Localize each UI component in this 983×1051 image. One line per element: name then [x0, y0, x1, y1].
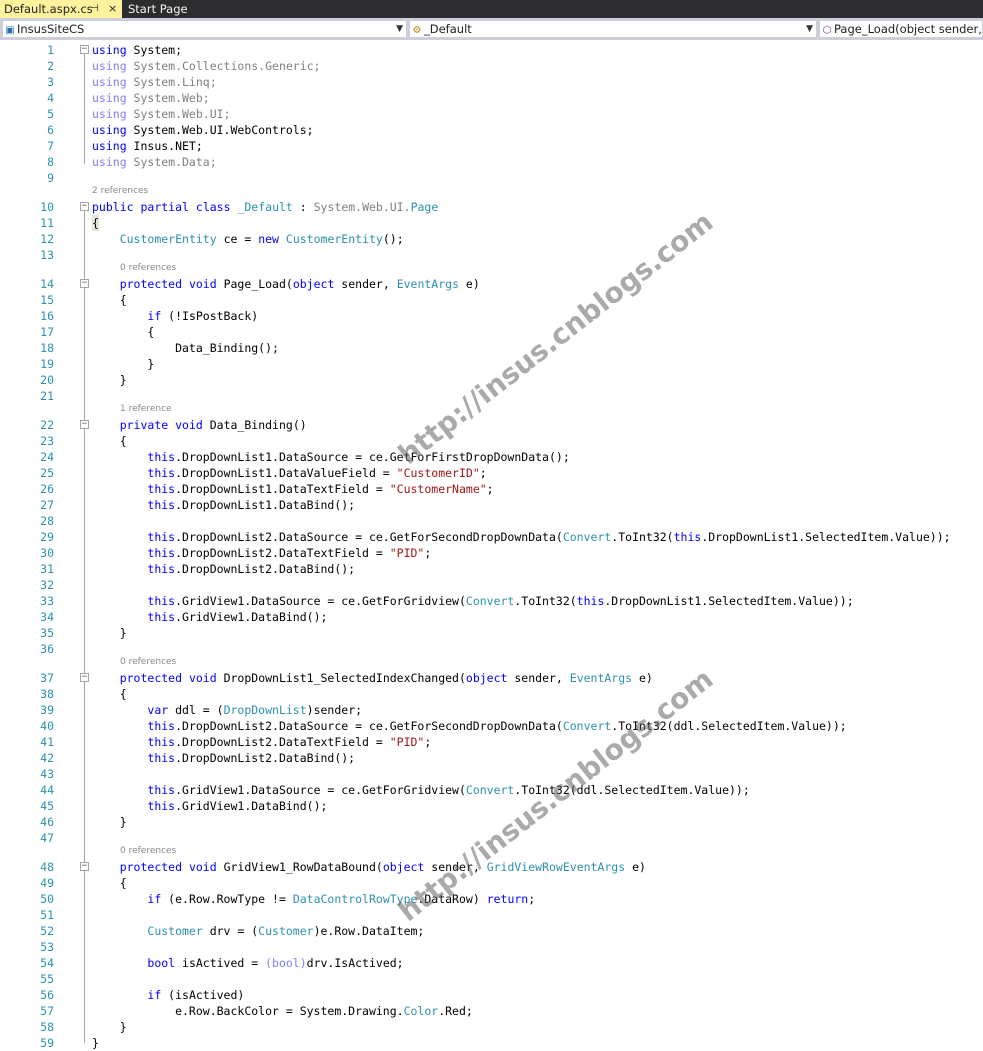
code-lens-references[interactable]: 1 reference	[120, 403, 172, 415]
collapse-icon[interactable]: −	[80, 420, 89, 429]
chevron-down-icon: ▼	[806, 24, 813, 34]
collapse-icon[interactable]: −	[80, 862, 89, 871]
member-dropdown-value: Page_Load(object sender, E	[834, 22, 983, 36]
code-line: protected void DropDownList1_SelectedInd…	[119, 671, 653, 685]
navigation-bar: ▣ InsusSiteCS ▼ ⚙ _Default ▼ ⬡ Page_Load(ob…	[0, 18, 983, 40]
project-dropdown[interactable]: ▣ InsusSiteCS ▼	[2, 20, 407, 38]
code-line: var ddl = (DropDownList)sender;	[147, 703, 363, 717]
code-line: }	[92, 357, 155, 371]
code-line: bool isActived = (bool)drv.IsActived;	[147, 956, 404, 970]
watermark-text: http://insus.cnblogs.com	[392, 205, 720, 472]
code-line: }	[92, 1036, 99, 1050]
code-line: this.GridView1.DataBind();	[147, 610, 328, 624]
code-line: protected void GridView1_RowDataBound(ob…	[119, 860, 646, 874]
code-line: if (isActived)	[147, 988, 245, 1002]
code-line: public partial class _Default : System.W…	[92, 200, 439, 214]
code-editor[interactable]: 1 2 3 4 5 6 7 8 9 10 11 12 13 14 15 16 1…	[0, 40, 983, 1051]
code-line: using System.Linq;	[92, 75, 217, 89]
code-line: }	[92, 815, 127, 829]
code-line: this.GridView1.DataSource = ce.GetForGri…	[147, 594, 854, 608]
code-line: this.DropDownList2.DataTextField = "PID"…	[147, 546, 432, 560]
collapse-icon[interactable]: −	[80, 202, 89, 211]
project-dropdown-value: InsusSiteCS	[17, 22, 85, 36]
code-line: if (!IsPostBack)	[147, 309, 259, 323]
code-line: using System.Web.UI.WebControls;	[92, 123, 314, 137]
code-line: e.Row.BackColor = System.Drawing.Color.R…	[92, 1004, 473, 1018]
class-dropdown[interactable]: ⚙ _Default ▼	[409, 20, 817, 38]
code-line: this.DropDownList2.DataSource = ce.GetFo…	[147, 719, 847, 733]
code-line: {	[92, 434, 127, 448]
code-line: this.DropDownList1.DataTextField = "Cust…	[147, 482, 494, 496]
pin-icon[interactable]: ⊣	[90, 0, 99, 18]
document-tab-bar: Default.aspx.cs ⊣ × Start Page	[0, 0, 983, 18]
code-line: this.DropDownList2.DataBind();	[147, 562, 356, 576]
code-line: using System.Collections.Generic;	[92, 59, 321, 73]
code-line: {	[92, 876, 127, 890]
code-lens-references[interactable]: 0 references	[120, 845, 176, 857]
code-line: this.DropDownList2.DataTextField = "PID"…	[147, 735, 432, 749]
code-line: using System.Web.UI;	[92, 107, 231, 121]
class-icon: ⚙	[412, 25, 422, 36]
code-line: Customer drv = (Customer)e.Row.DataItem;	[147, 924, 425, 938]
class-dropdown-value: _Default	[424, 22, 472, 36]
code-line: this.DropDownList1.DataValueField = "Cus…	[147, 466, 487, 480]
code-line: {	[92, 325, 155, 339]
member-dropdown[interactable]: ⬡ Page_Load(object sender, E	[819, 20, 983, 38]
collapse-icon[interactable]: −	[80, 673, 89, 682]
collapse-icon[interactable]: −	[80, 45, 89, 54]
code-lens-references[interactable]: 0 references	[120, 262, 176, 274]
collapse-icon[interactable]: −	[80, 279, 89, 288]
code-line: protected void Page_Load(object sender, …	[119, 277, 480, 291]
code-line: }	[92, 373, 127, 387]
code-line: {	[92, 215, 99, 231]
code-line: {	[92, 687, 127, 701]
tab-label: Default.aspx.cs	[4, 2, 93, 16]
code-line: CustomerEntity ce = new CustomerEntity()…	[119, 232, 404, 246]
code-line: this.GridView1.DataSource = ce.GetForGri…	[147, 783, 750, 797]
code-line: this.DropDownList2.DataBind();	[147, 751, 356, 765]
chevron-down-icon: ▼	[396, 24, 403, 34]
tab-default-aspx-cs[interactable]: Default.aspx.cs ⊣ ×	[0, 0, 122, 18]
code-line: if (e.Row.RowType != DataControlRowType.…	[147, 892, 536, 906]
code-lens-references[interactable]: 2 references	[92, 185, 148, 197]
code-line: using System.Data;	[92, 155, 217, 169]
method-icon: ⬡	[822, 25, 832, 36]
csharp-project-icon: ▣	[5, 25, 15, 36]
code-line: using System.Web;	[92, 91, 210, 105]
code-line: }	[92, 1020, 127, 1034]
code-line: Data_Binding();	[92, 341, 279, 355]
close-icon[interactable]: ×	[108, 0, 117, 18]
code-line: this.GridView1.DataBind();	[147, 799, 328, 813]
code-line: private void Data_Binding()	[119, 418, 307, 432]
code-lens-references[interactable]: 0 references	[120, 656, 176, 668]
code-line: {	[92, 293, 127, 307]
code-line: this.DropDownList1.DataSource = ce.GetFo…	[147, 450, 570, 464]
code-line: using System;	[92, 43, 183, 57]
code-line: }	[92, 626, 127, 640]
code-line: this.DropDownList1.DataBind();	[147, 498, 356, 512]
code-line: this.DropDownList2.DataSource = ce.GetFo…	[147, 530, 951, 544]
code-line: using Insus.NET;	[92, 139, 203, 153]
tab-start-page[interactable]: Start Page	[124, 0, 192, 18]
